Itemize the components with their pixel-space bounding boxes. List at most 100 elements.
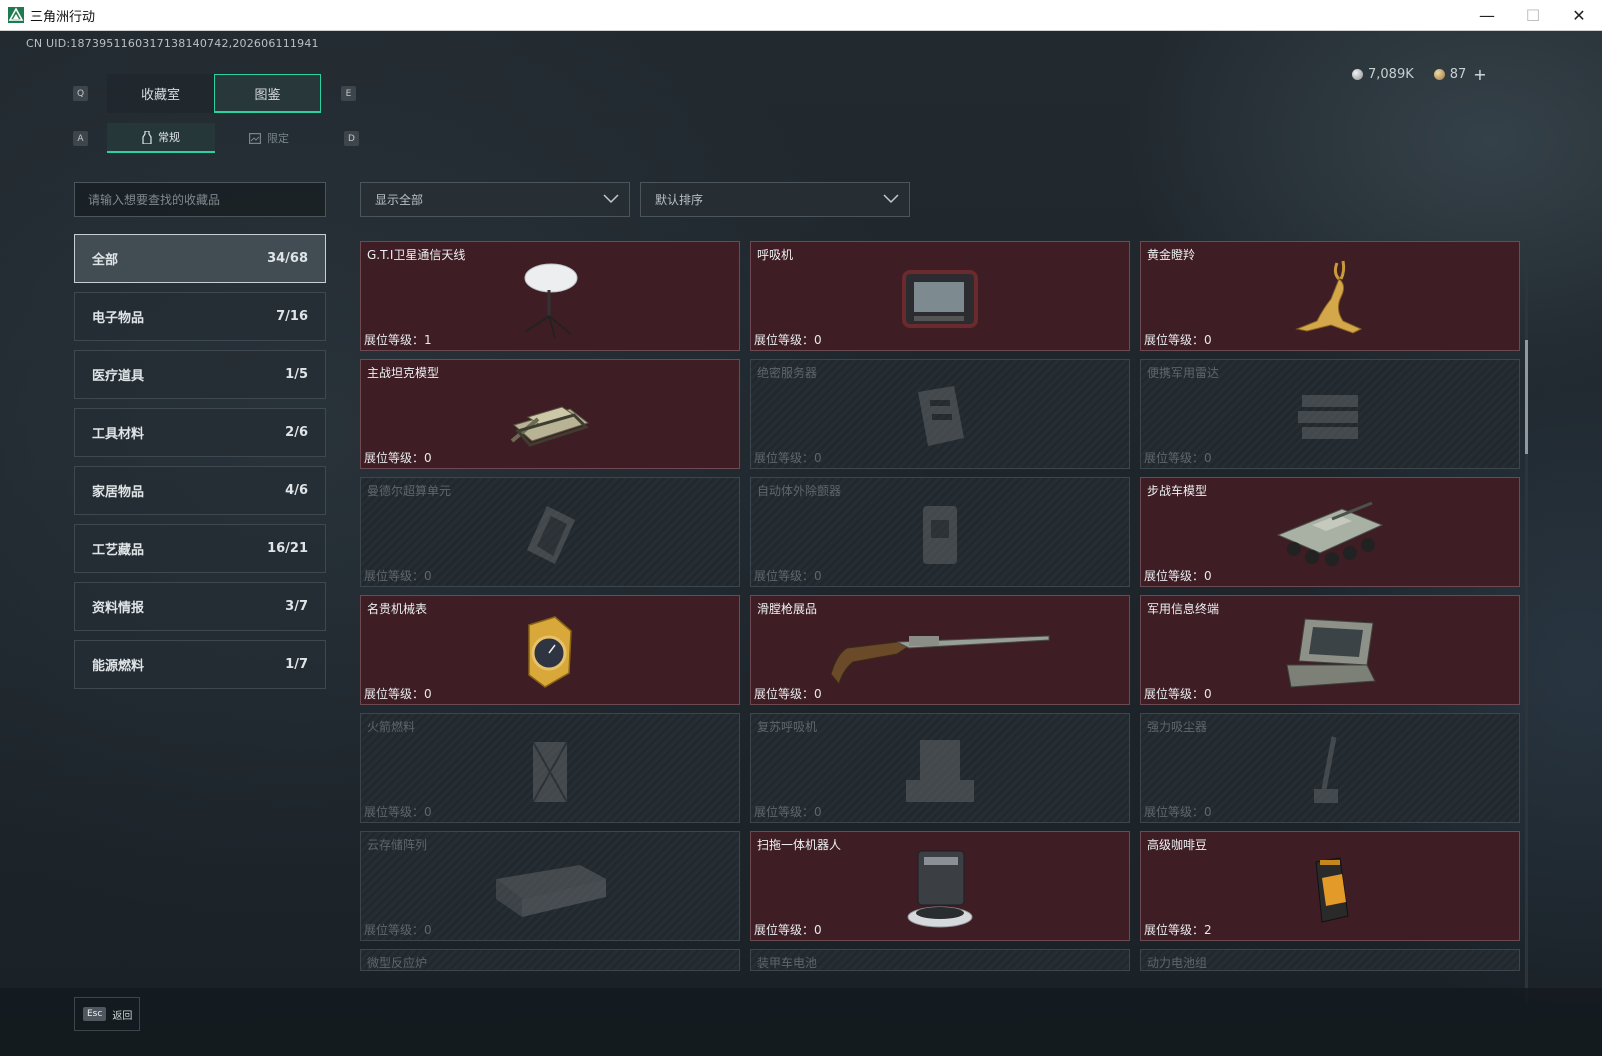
key-hint-d: D (344, 131, 359, 146)
image-frame-icon (249, 132, 261, 144)
minimize-button[interactable]: — (1464, 0, 1510, 31)
silver-coin-icon (1352, 68, 1363, 80)
maximize-button[interactable]: ☐ (1510, 0, 1556, 31)
item-name: 复苏呼吸机 (757, 720, 818, 734)
category-label: 家居物品 (92, 485, 145, 500)
item-level: 展位等级：0 (364, 451, 432, 465)
category-all[interactable]: 全部 34/68 (74, 234, 326, 283)
item-card[interactable]: 云存储阵列 展位等级：0 (360, 831, 740, 941)
item-card[interactable]: 复苏呼吸机 展位等级：0 (750, 713, 1130, 823)
back-button[interactable]: Esc 返回 (74, 997, 140, 1031)
item-name: 呼吸机 (757, 248, 794, 262)
close-button[interactable]: ✕ (1556, 0, 1602, 31)
category-crafts[interactable]: 工艺藏品 16/21 (74, 524, 326, 573)
gold-currency: 87 + (1433, 65, 1487, 84)
category-label: 医疗道具 (92, 369, 145, 384)
item-level: 展位等级：0 (1144, 333, 1212, 347)
item-card[interactable]: 动力电池组 (1140, 949, 1520, 971)
search-input[interactable] (74, 182, 326, 217)
key-hint-q: Q (73, 86, 88, 101)
rocket-fuel-icon (525, 726, 575, 816)
item-card[interactable]: 火箭燃料 展位等级：0 (360, 713, 740, 823)
item-card[interactable]: 呼吸机 展位等级：0 (750, 241, 1130, 351)
category-household[interactable]: 家居物品 4/6 (74, 466, 326, 515)
category-tools[interactable]: 工具材料 2/6 (74, 408, 326, 457)
item-card[interactable]: 绝密服务器 展位等级：0 (750, 359, 1130, 469)
golden-gazelle-icon (1287, 254, 1373, 344)
category-count: 4/6 (285, 483, 308, 498)
item-card[interactable]: 扫拖一体机器人 展位等级：0 (750, 831, 1130, 941)
item-card[interactable]: 黄金瞪羚 展位等级：0 (1140, 241, 1520, 351)
item-card[interactable]: 名贵机械表 展位等级：0 (360, 595, 740, 705)
grid-scrollbar-thumb[interactable] (1525, 340, 1528, 454)
window-titlebar: 三角洲行动 — ☐ ✕ (0, 0, 1602, 31)
item-name: 高级咖啡豆 (1147, 838, 1208, 852)
chevron-down-icon (883, 194, 899, 204)
filter-select[interactable]: 显示全部 (360, 182, 630, 217)
item-level: 展位等级：0 (754, 923, 822, 937)
category-medical[interactable]: 医疗道具 1/5 (74, 350, 326, 399)
item-level: 展位等级：1 (364, 333, 432, 347)
subtab-limited[interactable]: 限定 (215, 123, 323, 153)
item-level: 展位等级：0 (1144, 805, 1212, 819)
server-icon (910, 372, 970, 462)
tab-collection-room[interactable]: 收藏室 (107, 74, 214, 113)
esc-key-hint: Esc (83, 1007, 107, 1021)
sort-select[interactable]: 默认排序 (640, 182, 910, 217)
item-name: 曼德尔超算单元 (367, 484, 452, 498)
category-label: 全部 (92, 253, 119, 268)
musket-icon (827, 608, 1053, 698)
item-card[interactable]: 军用信息终端 展位等级：0 (1140, 595, 1520, 705)
item-name: 步战车模型 (1147, 484, 1208, 498)
item-level: 展位等级：0 (364, 687, 432, 701)
category-count: 1/5 (285, 367, 308, 382)
subtab-regular[interactable]: 常规 (107, 123, 215, 153)
sort-select-value: 默认排序 (655, 193, 704, 207)
category-electronics[interactable]: 电子物品 7/16 (74, 292, 326, 341)
item-card[interactable]: 步战车模型 展位等级：0 (1140, 477, 1520, 587)
category-label: 工艺藏品 (92, 543, 145, 558)
satellite-dish-icon (515, 254, 585, 344)
item-name: 主战坦克模型 (367, 366, 440, 380)
item-name: 微型反应炉 (367, 956, 428, 970)
tank-icon (508, 372, 592, 462)
coffee-bag-icon (1308, 844, 1352, 934)
item-level: 展位等级：0 (754, 805, 822, 819)
item-level: 展位等级：0 (754, 333, 822, 347)
item-level: 展位等级：0 (1144, 451, 1212, 465)
bottom-bar: Esc 返回 (0, 988, 1602, 1056)
category-count: 1/7 (285, 657, 308, 672)
key-hint-a: A (73, 131, 88, 146)
category-count: 34/68 (267, 251, 308, 266)
item-level: 展位等级：0 (364, 805, 432, 819)
item-card[interactable]: 微型反应炉 (360, 949, 740, 971)
add-currency-button[interactable]: + (1473, 65, 1486, 84)
item-name: 滑膛枪展品 (757, 602, 818, 616)
category-label: 能源燃料 (92, 659, 145, 674)
radar-icon (1292, 372, 1368, 462)
item-card[interactable]: G.T.I卫星通信天线 展位等级：1 (360, 241, 740, 351)
subtab-limited-label: 限定 (267, 132, 289, 145)
item-level: 展位等级：0 (364, 569, 432, 583)
item-name: 火箭燃料 (367, 720, 416, 734)
item-card[interactable]: 曼德尔超算单元 展位等级：0 (360, 477, 740, 587)
app-logo-icon (8, 7, 24, 23)
item-level: 展位等级：0 (1144, 687, 1212, 701)
category-label: 工具材料 (92, 427, 145, 442)
silver-currency: 7,089K (1352, 67, 1414, 82)
item-card[interactable]: 自动体外除颤器 展位等级：0 (750, 477, 1130, 587)
sub-tabs: 常规 限定 (107, 123, 323, 153)
ifv-icon (1272, 490, 1388, 580)
item-card[interactable]: 便携军用雷达 展位等级：0 (1140, 359, 1520, 469)
category-intel[interactable]: 资料情报 3/7 (74, 582, 326, 631)
game-screen: CN UID:1873951160317138140742,2026061119… (0, 31, 1602, 1056)
item-card[interactable]: 装甲车电池 (750, 949, 1130, 971)
storage-array-icon (490, 844, 610, 934)
tab-catalog[interactable]: 图鉴 (214, 74, 321, 113)
item-card[interactable]: 强力吸尘器 展位等级：0 (1140, 713, 1520, 823)
category-energy[interactable]: 能源燃料 1/7 (74, 640, 326, 689)
item-card[interactable]: 高级咖啡豆 展位等级：2 (1140, 831, 1520, 941)
item-name: 便携军用雷达 (1147, 366, 1220, 380)
item-card[interactable]: 滑膛枪展品 展位等级：0 (750, 595, 1130, 705)
item-card[interactable]: 主战坦克模型 展位等级：0 (360, 359, 740, 469)
